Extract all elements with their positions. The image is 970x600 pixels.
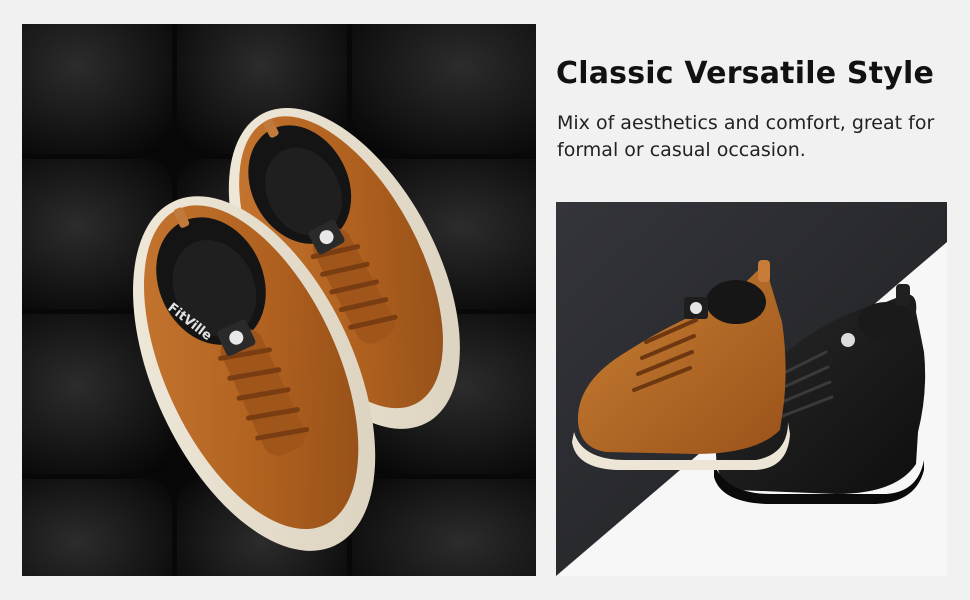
side-product-photo (556, 202, 947, 576)
tufted-leather-backdrop: FitVille (22, 24, 536, 576)
main-product-photo: FitVille (22, 24, 536, 576)
description: Mix of aesthetics and comfort, great for… (557, 112, 935, 161)
studio-backdrop (556, 202, 947, 576)
headline: Classic Versatile Style (556, 56, 935, 91)
